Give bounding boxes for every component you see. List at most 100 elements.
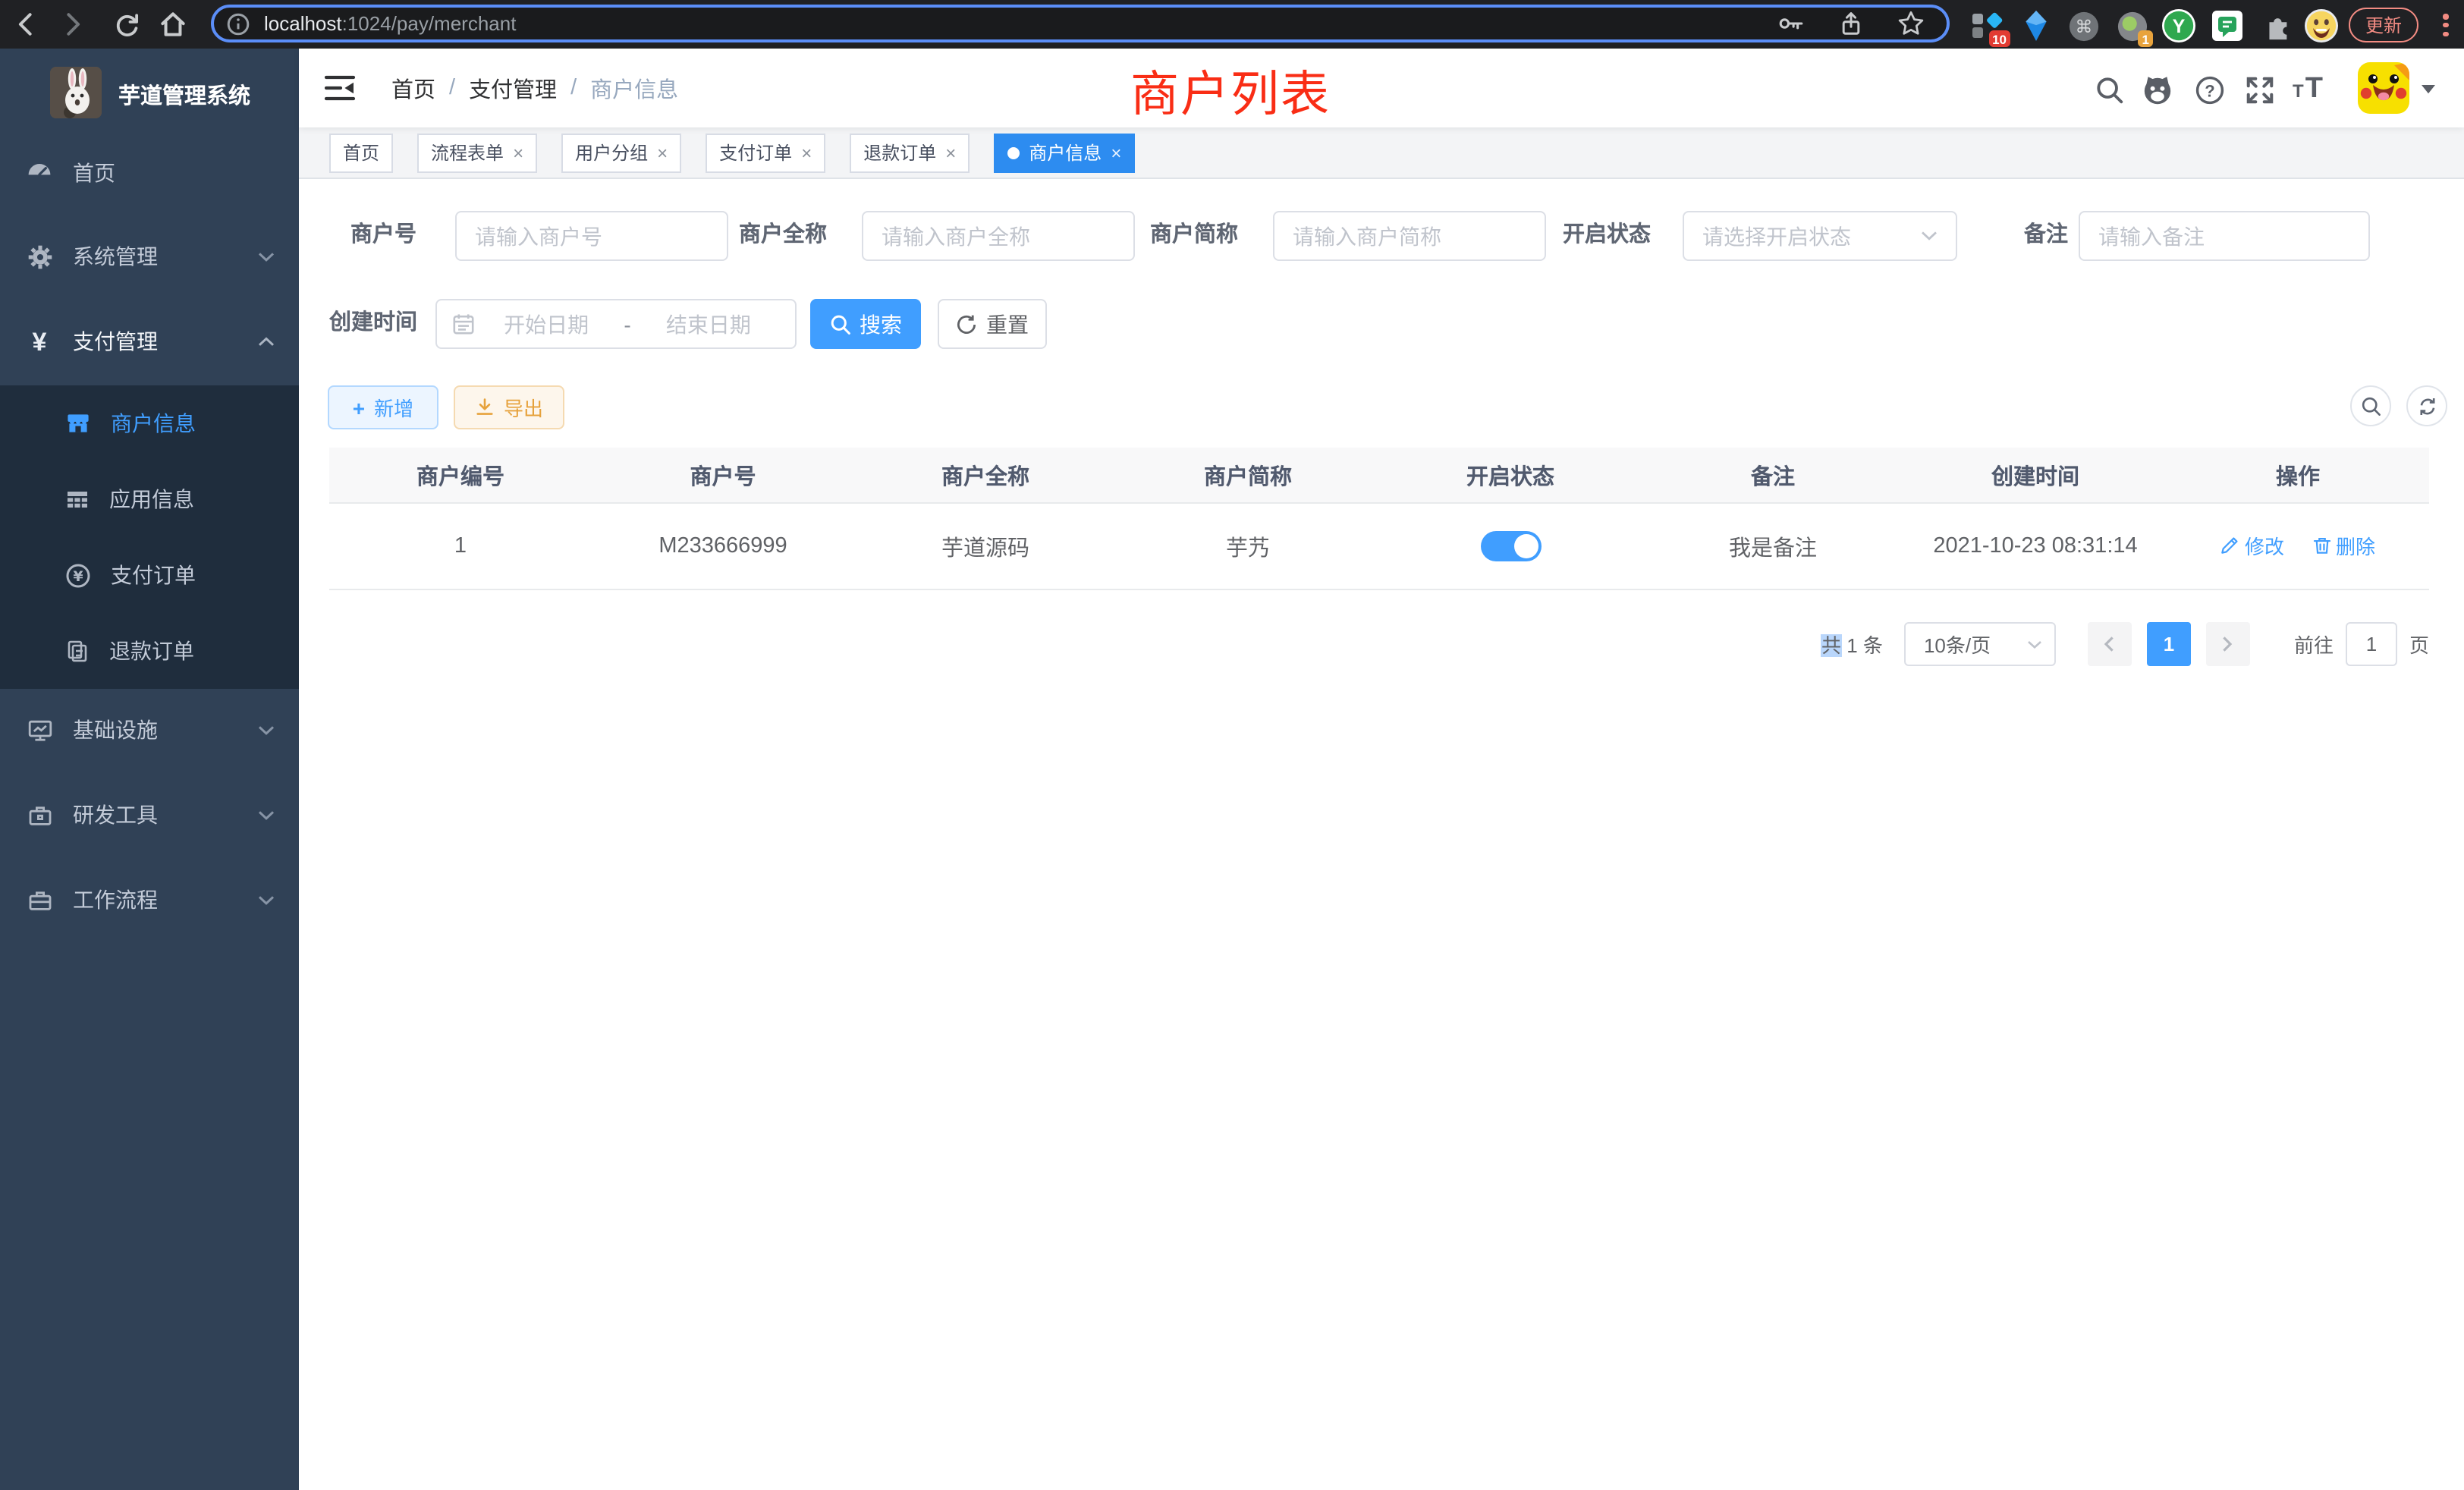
show-search-toggle-button[interactable] [2350,385,2391,426]
refresh-icon [956,313,977,335]
tab-pay-order[interactable]: 支付订单× [706,133,825,172]
refresh-table-button[interactable] [2406,385,2447,426]
sidebar-item-system[interactable]: 系统管理 [0,217,299,296]
sidebar-item-dev-tools[interactable]: 研发工具 [0,775,299,854]
site-info-icon[interactable] [226,11,250,36]
close-icon[interactable]: × [945,143,956,162]
tab-home[interactable]: 首页 [329,133,393,172]
date-range-picker[interactable]: 开始日期 - 结束日期 [435,299,797,349]
extension-grid-icon[interactable]: 10 [1969,8,2006,44]
close-icon[interactable]: × [1111,143,1121,162]
remark-input[interactable] [2079,211,2370,261]
header-search-button[interactable] [2091,71,2127,108]
page-number-button[interactable]: 1 [2147,622,2191,666]
sidebar-item-infrastructure[interactable]: 基础设施 [0,690,299,769]
profile-avatar[interactable] [2303,8,2340,44]
status-toggle[interactable] [1480,531,1541,561]
download-icon [475,398,495,417]
back-button[interactable] [11,8,44,41]
add-button[interactable]: + 新增 [328,385,438,429]
total-rest: 1 条 [1846,634,1883,657]
user-menu-caret[interactable] [2422,85,2435,94]
extension-chat-icon[interactable] [2209,8,2246,44]
sidebar-item-label: 研发工具 [73,800,158,830]
sidebar-item-app-info[interactable]: 应用信息 [0,461,299,537]
bookmark-star-icon[interactable] [1897,9,1925,38]
prev-page-button[interactable] [2088,622,2132,666]
date-start-placeholder[interactable]: 开始日期 [475,309,618,339]
export-button[interactable]: 导出 [454,385,564,429]
share-icon[interactable] [1837,10,1865,37]
back-icon [12,9,42,39]
svg-text:Y: Y [2173,16,2186,37]
close-icon[interactable]: × [801,143,812,162]
extension-y-icon[interactable]: Y [2161,8,2197,44]
reload-button[interactable] [109,8,143,41]
sidebar-item-home[interactable]: 首页 [0,134,299,212]
search-button-label: 搜索 [860,309,902,339]
password-key-icon[interactable] [1777,9,1806,38]
breadcrumb-payment[interactable]: 支付管理 [469,72,557,104]
next-page-button[interactable] [2206,622,2250,666]
home-button[interactable] [156,8,190,41]
tab-refund-order[interactable]: 退款订单× [850,133,970,172]
update-label: 更新 [2365,12,2402,38]
date-end-placeholder[interactable]: 结束日期 [637,309,780,339]
status-select[interactable]: 请选择开启状态 [1683,211,1957,261]
github-link[interactable] [2139,71,2176,108]
home-icon [158,9,188,39]
search-button[interactable]: 搜索 [810,299,921,349]
forward-icon [56,9,86,39]
green-chat-square-icon [2212,11,2242,41]
sidebar-item-refund-order[interactable]: 退款订单 [0,613,299,689]
breadcrumb-home[interactable]: 首页 [391,72,435,104]
full-name-input[interactable] [862,211,1135,261]
tab-user-group[interactable]: 用户分组× [561,133,681,172]
cell-remark: 我是备注 [1642,503,1904,589]
extensions-puzzle-icon[interactable] [2258,8,2294,44]
user-avatar[interactable] [2358,62,2409,114]
chevron-left-icon [2104,636,2116,652]
tab-process-form[interactable]: 流程表单× [417,133,537,172]
address-bar[interactable]: localhost:1024/pay/merchant [211,5,1950,42]
app-logo[interactable] [50,67,102,118]
page-size-select[interactable]: 10条/页 [1904,622,2056,666]
delete-row-button[interactable]: 删除 [2312,531,2375,560]
cell-full-name: 芋道源码 [854,503,1117,589]
fullscreen-button[interactable] [2241,71,2277,108]
font-size-button[interactable]: TT [2290,71,2326,108]
sidebar-collapse-button[interactable] [322,70,358,106]
extension-gem-icon[interactable] [2018,8,2054,44]
chevron-down-icon [2027,640,2042,649]
close-icon[interactable]: × [513,143,523,162]
short-name-input[interactable] [1273,211,1546,261]
help-doc-button[interactable]: ? [2191,71,2227,108]
sidebar-item-workflow[interactable]: 工作流程 [0,860,299,939]
col-short-name: 商户简称 [1117,448,1379,503]
tab-merchant-info[interactable]: 商户信息× [994,133,1135,172]
cell-merchant-id: 1 [329,503,592,589]
extension-recorder-icon[interactable]: 1 [2114,8,2150,44]
browser-menu-button[interactable] [2443,11,2449,40]
col-full-name: 商户全称 [854,448,1117,503]
reset-button[interactable]: 重置 [938,299,1047,349]
yen-circle-icon: ¥ [65,562,91,588]
close-icon[interactable]: × [657,143,668,162]
reload-icon [112,10,140,39]
rabbit-logo-icon [50,67,102,118]
forward-button[interactable] [55,8,88,41]
goto-page-input[interactable] [2346,622,2397,666]
refresh-icon [2416,395,2437,417]
merchant-no-input[interactable] [455,211,728,261]
extension-command-icon[interactable]: ⌘ [2065,8,2101,44]
filter-label-merchant-no: 商户号 [350,211,416,261]
sidebar-item-merchant-info[interactable]: 商户信息 [0,385,299,461]
browser-update-button[interactable]: 更新 [2349,8,2418,42]
sidebar-item-pay-order[interactable]: ¥ 支付订单 [0,537,299,613]
sidebar-item-payment[interactable]: ¥ 支付管理 [0,302,299,381]
chevron-right-icon [2222,636,2234,652]
fullscreen-icon [2243,74,2275,105]
edit-row-button[interactable]: 修改 [2220,531,2284,560]
col-merchant-no: 商户号 [592,448,854,503]
blue-gem-icon [2021,9,2051,42]
